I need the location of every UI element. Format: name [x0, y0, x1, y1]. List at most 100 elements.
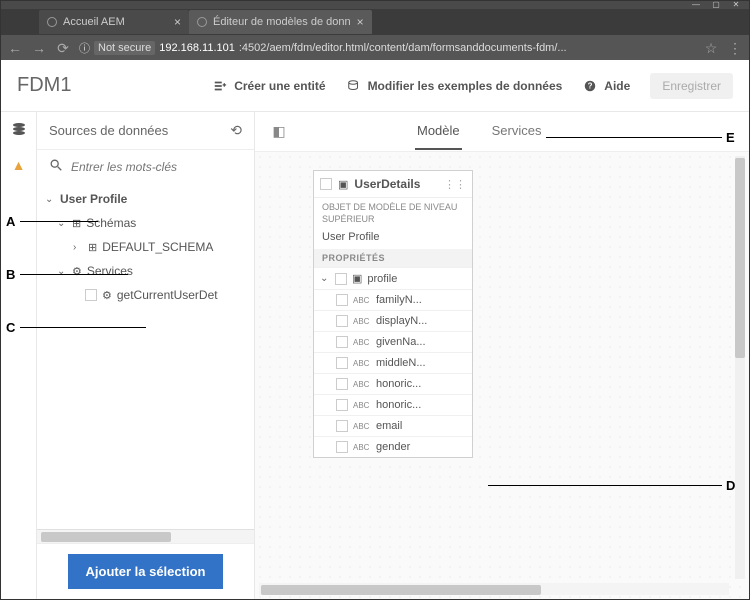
annotation-a: A — [6, 214, 15, 229]
create-entity-button[interactable]: Créer une entité — [212, 78, 325, 94]
search-row — [37, 150, 254, 183]
canvas-vscroll[interactable] — [735, 156, 745, 579]
type-badge: ABC — [353, 380, 371, 389]
prop-row[interactable]: ABCfamilyN... — [314, 289, 472, 310]
prop-label: displayN... — [376, 315, 427, 327]
create-entity-icon — [212, 78, 228, 94]
prop-row[interactable]: ABChonoric... — [314, 394, 472, 415]
type-badge: ABC — [353, 296, 371, 305]
maximize-icon[interactable]: ▢ — [707, 2, 725, 8]
close-icon[interactable]: × — [174, 15, 181, 29]
modify-samples-button[interactable]: Modifier les exemples de données — [346, 78, 563, 94]
refresh-icon[interactable]: ⟲ — [230, 122, 242, 139]
address-bar[interactable]: ⓘ Not secure 192.168.11.101:4502/aem/fdm… — [79, 40, 695, 56]
checkbox[interactable] — [336, 336, 348, 348]
drag-handle-icon[interactable]: ⋮⋮ — [444, 178, 466, 191]
sidebar-header: Sources de données ⟲ — [37, 112, 254, 150]
browser-chrome: — ▢ ✕ Accueil AEM × Éditeur de modèles d… — [0, 0, 750, 60]
checkbox[interactable] — [320, 178, 332, 190]
browser-tab-aem-home[interactable]: Accueil AEM × — [39, 10, 189, 34]
main-area: ◧ Modèle Services ▣ UserDetails ⋮⋮ OBJET… — [255, 112, 749, 599]
back-icon[interactable]: ← — [7, 40, 23, 56]
scrollbar-thumb[interactable] — [261, 585, 541, 595]
save-button[interactable]: Enregistrer — [650, 73, 733, 99]
prop-row[interactable]: ABCmiddleN... — [314, 352, 472, 373]
type-badge: ABC — [353, 443, 371, 452]
gear-icon: ⚙ — [72, 265, 82, 278]
url-host: 192.168.11.101 — [159, 42, 235, 54]
favicon-icon — [197, 17, 207, 27]
checkbox[interactable] — [85, 289, 97, 301]
prop-row[interactable]: ABCgivenNa... — [314, 331, 472, 352]
prop-label: givenNa... — [376, 336, 426, 348]
panel-toggle-icon[interactable]: ◧ — [263, 123, 295, 140]
scrollbar-thumb[interactable] — [735, 158, 745, 358]
window-titlebar: — ▢ ✕ — [1, 1, 749, 9]
tree-label: DEFAULT_SCHEMA — [102, 240, 213, 254]
modify-samples-label: Modifier les exemples de données — [368, 79, 563, 93]
prop-label: gender — [376, 441, 410, 453]
annotation-line — [20, 221, 98, 222]
annotation-line — [20, 327, 146, 328]
browser-tab-fdm-editor[interactable]: Éditeur de modèles de donn × — [189, 10, 372, 34]
chevron-down-icon: ⌄ — [45, 194, 55, 205]
checkbox[interactable] — [336, 441, 348, 453]
warning-icon[interactable]: ▲ — [12, 157, 26, 173]
menu-icon[interactable]: ⋮ — [727, 40, 743, 57]
checkbox[interactable] — [336, 357, 348, 369]
minimize-icon[interactable]: — — [687, 2, 705, 8]
prop-row[interactable]: ABCdisplayN... — [314, 310, 472, 331]
database-icon — [346, 78, 362, 94]
chevron-right-icon: › — [73, 242, 83, 253]
canvas[interactable]: ▣ UserDetails ⋮⋮ OBJET DE MODÈLE DE NIVE… — [255, 152, 749, 599]
tree-node-schemas[interactable]: ⌄ ⊞ Schémas — [37, 211, 254, 235]
tree-node-service-item[interactable]: ⚙ getCurrentUserDet — [37, 283, 254, 307]
schema-icon: ⊞ — [72, 217, 81, 230]
main-tabs-row: ◧ Modèle Services — [255, 112, 749, 152]
prop-row[interactable]: ABCemail — [314, 415, 472, 436]
tab-label: Accueil AEM — [63, 16, 125, 28]
url-path: :4502/aem/fdm/editor.html/content/dam/fo… — [239, 42, 567, 54]
create-entity-label: Créer une entité — [234, 79, 325, 93]
checkbox[interactable] — [336, 315, 348, 327]
left-rail: ▲ — [1, 112, 37, 599]
annotation-c: C — [6, 320, 15, 335]
annotation-line — [488, 485, 722, 486]
main-tabs: Modèle Services — [415, 113, 544, 150]
prop-row-profile[interactable]: ⌄ ▣ profile — [314, 267, 472, 289]
entity-subtitle: OBJET DE MODÈLE DE NIVEAU SUPÉRIEUR — [314, 198, 472, 229]
address-bar-row: ← → ⟳ ⓘ Not secure 192.168.11.101:4502/a… — [1, 35, 749, 61]
app-frame: FDM1 Créer une entité Modifier les exemp… — [0, 60, 750, 600]
datasource-icon[interactable] — [11, 122, 27, 139]
checkbox[interactable] — [336, 294, 348, 306]
search-input[interactable] — [71, 160, 242, 174]
close-window-icon[interactable]: ✕ — [727, 2, 745, 8]
forward-icon[interactable]: → — [31, 40, 47, 56]
close-icon[interactable]: × — [357, 15, 364, 29]
tree-node-services[interactable]: ⌄ ⚙ Services — [37, 259, 254, 283]
browser-tabs: Accueil AEM × Éditeur de modèles de donn… — [1, 9, 749, 35]
help-label: Aide — [604, 79, 630, 93]
star-icon[interactable]: ☆ — [703, 40, 719, 57]
schema-icon: ⊞ — [88, 241, 97, 254]
add-selection-button[interactable]: Ajouter la sélection — [68, 554, 224, 589]
canvas-hscroll[interactable] — [259, 583, 729, 595]
help-button[interactable]: ? Aide — [582, 78, 630, 94]
annotation-line — [546, 137, 722, 138]
entity-card-userdetails[interactable]: ▣ UserDetails ⋮⋮ OBJET DE MODÈLE DE NIVE… — [313, 170, 473, 458]
tree-label: User Profile — [60, 192, 127, 206]
prop-row[interactable]: ABC gender — [314, 436, 472, 457]
sidebar-hscroll[interactable] — [37, 529, 254, 543]
prop-row[interactable]: ABChonoric... — [314, 373, 472, 394]
checkbox[interactable] — [336, 378, 348, 390]
tab-services[interactable]: Services — [490, 113, 544, 150]
checkbox[interactable] — [336, 420, 348, 432]
gear-icon: ⚙ — [102, 289, 112, 302]
tree-root-user-profile[interactable]: ⌄ User Profile — [37, 187, 254, 211]
tab-model[interactable]: Modèle — [415, 113, 462, 150]
reload-icon[interactable]: ⟳ — [55, 40, 71, 57]
tree-node-default-schema[interactable]: › ⊞ DEFAULT_SCHEMA — [37, 235, 254, 259]
scrollbar-thumb[interactable] — [41, 532, 171, 542]
checkbox[interactable] — [335, 273, 347, 285]
checkbox[interactable] — [336, 399, 348, 411]
